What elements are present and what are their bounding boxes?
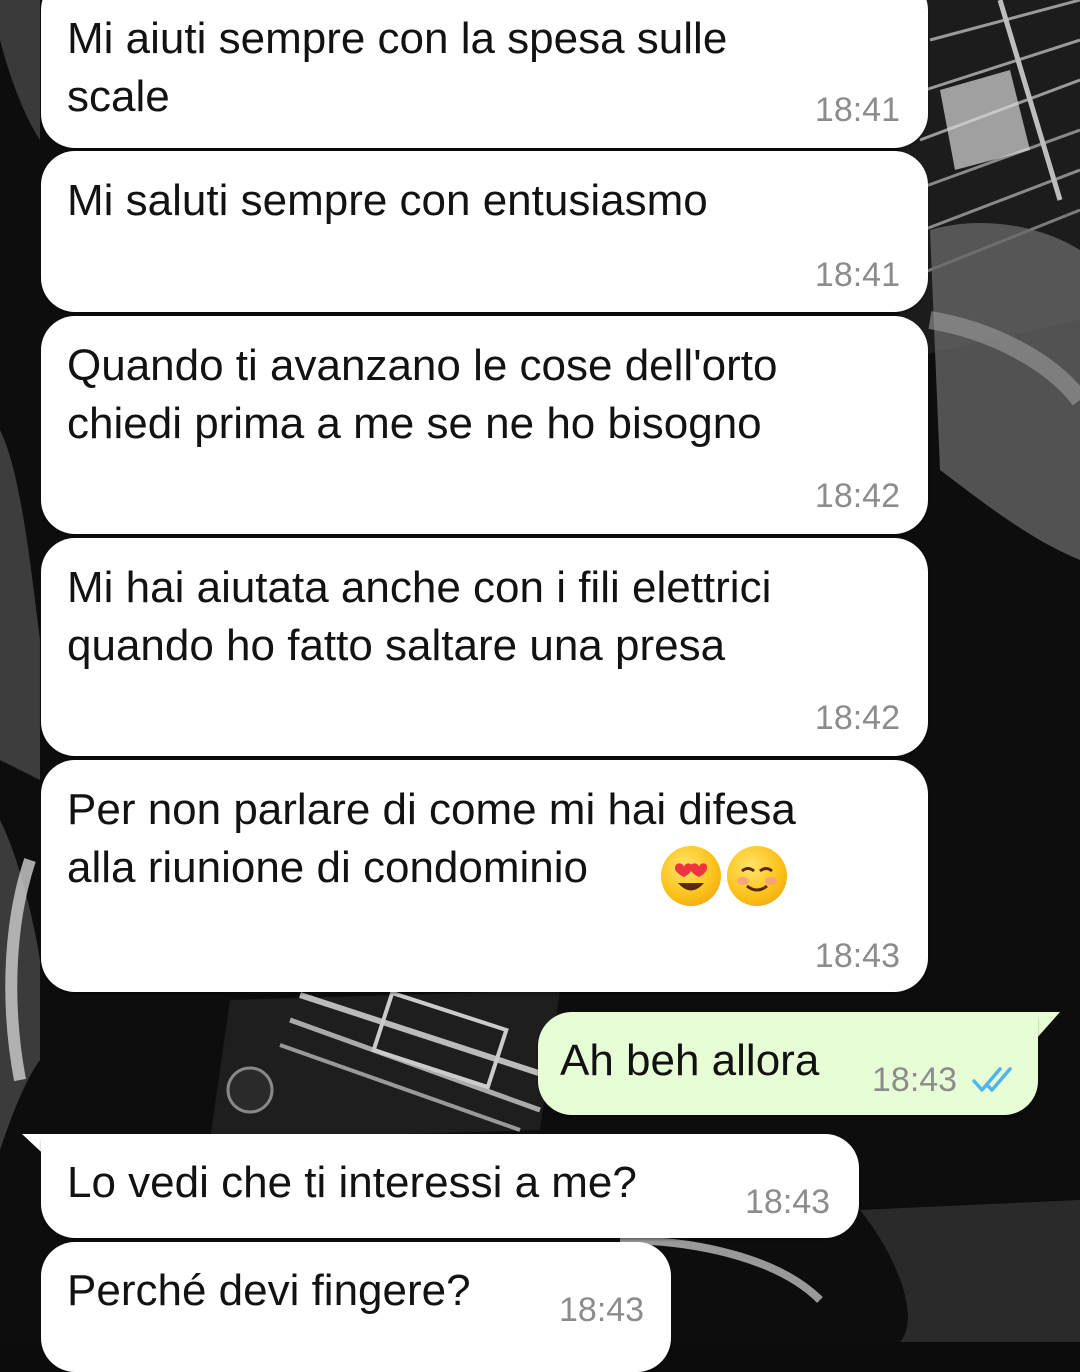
message-time: 18:43 (559, 1291, 645, 1329)
incoming-message[interactable]: Mi aiuti sempre con la spesa sulle scale… (41, 0, 928, 148)
outgoing-message[interactable]: Ah beh allora 18:43 (538, 1012, 1038, 1115)
message-time: 18:43 (745, 1183, 831, 1221)
incoming-message[interactable]: Per non parlare di come mi hai difesa al… (41, 760, 928, 992)
smiling-face-icon (727, 846, 787, 906)
guitar-pickup (210, 990, 561, 1140)
message-time: 18:42 (814, 699, 900, 737)
incoming-message[interactable]: Lo vedi che ti interessi a me? 18:43 (41, 1134, 859, 1238)
double-check-read-icon (972, 1067, 1012, 1092)
incoming-message[interactable]: Perché devi fingere? 18:43 (41, 1242, 671, 1372)
message-text: Ah beh allora (560, 1036, 820, 1085)
incoming-message[interactable]: Mi hai aiutata anche con i fili elettric… (41, 538, 928, 756)
message-time: 18:41 (814, 91, 900, 129)
message-time: 18:41 (814, 256, 900, 294)
message-text: Mi aiuti sempre con la spesa sulle scale (67, 14, 728, 121)
smiling-face-with-heart-eyes-icon (661, 846, 721, 906)
message-text: Lo vedi che ti interessi a me? (67, 1158, 637, 1207)
message-time: 18:43 (872, 1061, 958, 1099)
incoming-message[interactable]: Mi saluti sempre con entusiasmo 18:41 (41, 151, 928, 312)
message-emojis (655, 846, 787, 916)
incoming-message[interactable]: Quando ti avanzano le cose dell'orto chi… (41, 316, 928, 534)
message-time: 18:42 (814, 477, 900, 515)
message-text: Quando ti avanzano le cose dell'orto chi… (67, 341, 778, 448)
message-text: Perché devi fingere? (67, 1266, 471, 1315)
message-text: Mi hai aiutata anche con i fili elettric… (67, 563, 772, 670)
message-time: 18:43 (814, 937, 900, 975)
message-text: Mi saluti sempre con entusiasmo (67, 176, 708, 225)
